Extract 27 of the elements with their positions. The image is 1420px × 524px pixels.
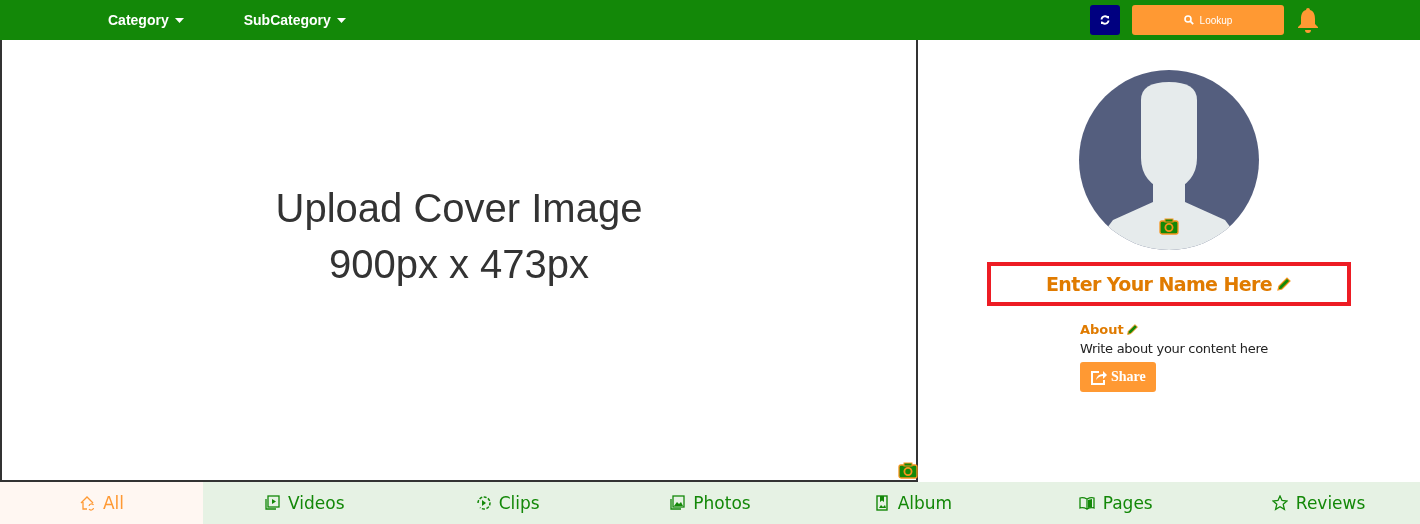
camera-icon[interactable] <box>1159 218 1179 235</box>
album-icon <box>873 495 890 511</box>
sync-icon <box>1100 15 1110 25</box>
share-button[interactable]: Share <box>1080 362 1156 392</box>
sync-button[interactable] <box>1090 5 1120 35</box>
cover-title: Upload Cover Image <box>275 185 643 232</box>
video-icon <box>264 495 281 511</box>
cover-size-hint: 900px x 473px <box>328 241 590 288</box>
menu-dropdown[interactable]: SubCategory <box>243 12 346 28</box>
caret-icon <box>174 17 184 23</box>
share-icon <box>1090 369 1107 385</box>
cover-upload-area[interactable]: Upload Cover Image 900px x 473px <box>0 40 918 482</box>
clip-icon <box>474 495 491 511</box>
pencil-icon[interactable] <box>1125 323 1139 336</box>
photos-icon <box>669 495 686 511</box>
about-text: Write about your content here <box>1080 341 1268 356</box>
menu-dropdown[interactable]: Category <box>108 12 184 28</box>
home-icon <box>78 495 95 511</box>
about-label: About <box>1080 322 1124 337</box>
search-icon <box>1183 15 1194 25</box>
caret-icon <box>336 17 346 23</box>
profile-name[interactable]: Enter Your Name Here <box>1045 273 1273 295</box>
camera-icon[interactable] <box>898 462 918 479</box>
star-icon <box>1271 495 1288 511</box>
book-icon <box>1078 495 1095 511</box>
lookup-button[interactable]: Lookup <box>1132 5 1284 35</box>
pencil-icon[interactable] <box>1276 276 1293 292</box>
